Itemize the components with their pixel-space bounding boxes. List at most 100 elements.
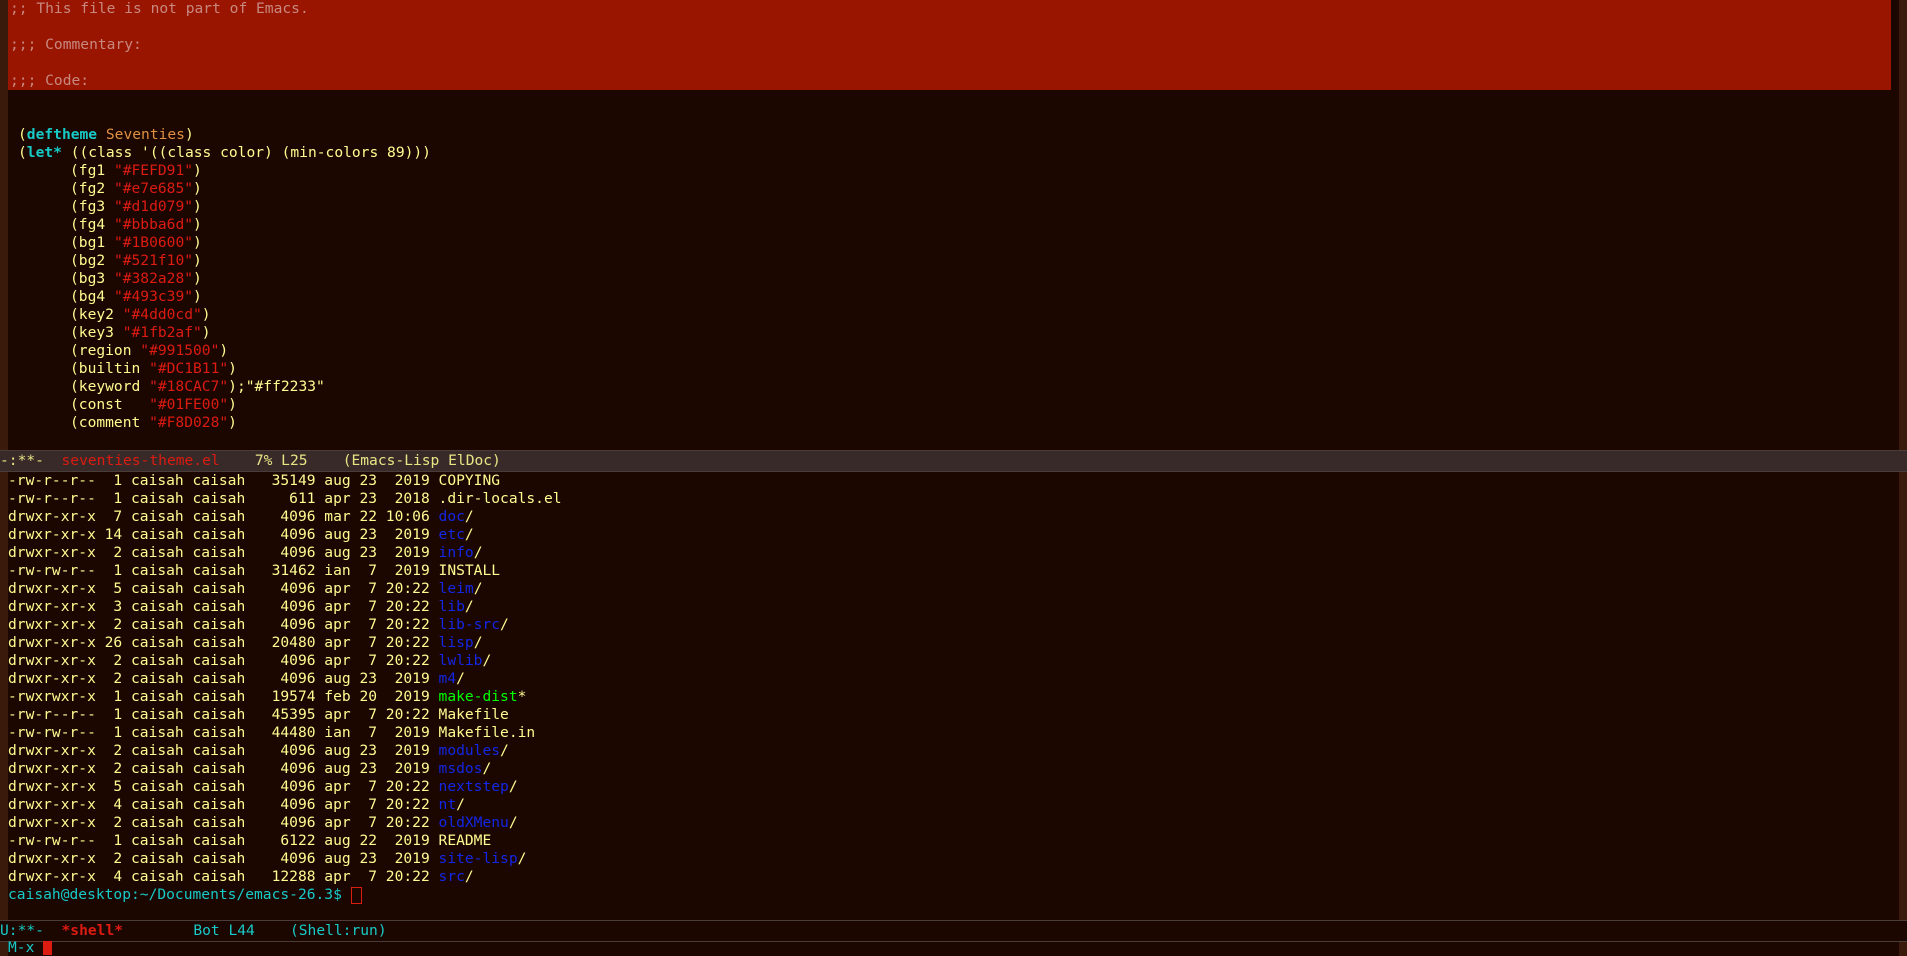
deftheme-line: (deftheme Seventies) — [18, 126, 194, 143]
listing-row: drwxr-xr-x 2 caisah caisah 4096 aug 23 2… — [8, 850, 1891, 868]
file-suffix: / — [473, 634, 483, 651]
comment-line — [8, 18, 1891, 36]
file-meta: -rw-rw-r-- 1 caisah caisah 31462 ian 7 2… — [8, 562, 439, 579]
file-meta: -rw-r--r-- 1 caisah caisah 45395 apr 7 2… — [8, 706, 439, 723]
file-name: README — [438, 832, 492, 849]
selected-region: ;; This file is not part of Emacs. ;;; Co… — [8, 0, 1891, 90]
binding-line: (bg3 "#382a28") — [70, 270, 202, 287]
file-suffix: / — [473, 580, 483, 597]
binding-line: (key2 "#4dd0cd") — [70, 306, 211, 323]
listing-row: drwxr-xr-x 2 caisah caisah 4096 apr 7 20… — [8, 814, 1891, 832]
listing-row: drwxr-xr-x 14 caisah caisah 4096 aug 23 … — [8, 526, 1891, 544]
binding-line: (const "#01FE00") — [70, 396, 237, 413]
binding-line: (bg1 "#1B0600") — [70, 234, 202, 251]
mode-line-modes[interactable]: (Shell:run) — [290, 922, 387, 939]
file-name: msdos — [438, 760, 483, 777]
file-name: info — [438, 544, 474, 561]
file-meta: drwxr-xr-x 4 caisah caisah 12288 apr 7 2… — [8, 868, 439, 885]
comment-line: ;; This file is not part of Emacs. — [10, 0, 309, 17]
file-suffix: / — [508, 814, 518, 831]
file-name: leim — [438, 580, 474, 597]
file-suffix: / — [473, 544, 483, 561]
listing-row: drwxr-xr-x 26 caisah caisah 20480 apr 7 … — [8, 634, 1891, 652]
shell-window[interactable]: -rw-r--r-- 1 caisah caisah 35149 aug 23 … — [8, 472, 1891, 920]
listing-row: drwxr-xr-x 2 caisah caisah 4096 aug 23 2… — [8, 742, 1891, 760]
file-name: lwlib — [438, 652, 483, 669]
code-editor-window[interactable]: ;; This file is not part of Emacs. ;;; Co… — [8, 0, 1891, 450]
file-name: site-lisp — [438, 850, 518, 867]
listing-row: drwxr-xr-x 2 caisah caisah 4096 apr 7 20… — [8, 652, 1891, 670]
file-meta: drwxr-xr-x 2 caisah caisah 4096 aug 23 2… — [8, 670, 439, 687]
minibuffer-prompt: M-x — [8, 939, 44, 956]
listing-row: drwxr-xr-x 2 caisah caisah 4096 aug 23 2… — [8, 760, 1891, 778]
listing-row: -rw-r--r-- 1 caisah caisah 611 apr 23 20… — [8, 490, 1891, 508]
listing-row: drwxr-xr-x 5 caisah caisah 4096 apr 7 20… — [8, 580, 1891, 598]
file-meta: drwxr-xr-x 5 caisah caisah 4096 apr 7 20… — [8, 778, 439, 795]
file-suffix: / — [500, 616, 509, 633]
file-name: .dir-locals.el — [438, 490, 562, 507]
mode-line-modes[interactable]: (Emacs-Lisp ElDoc) — [343, 452, 501, 469]
listing-row: -rw-rw-r-- 1 caisah caisah 31462 ian 7 2… — [8, 562, 1891, 580]
file-suffix: / — [517, 850, 527, 867]
directory-listing: -rw-r--r-- 1 caisah caisah 35149 aug 23 … — [8, 472, 1891, 886]
mode-line-shell[interactable]: U:**- *shell* Bot L44 (Shell:run) — [0, 920, 1907, 942]
file-meta: drwxr-xr-x 14 caisah caisah 4096 aug 23 … — [8, 526, 439, 543]
file-name: nt — [438, 796, 457, 813]
binding-line: (bg4 "#493c39") — [70, 288, 202, 305]
listing-row: drwxr-xr-x 2 caisah caisah 4096 apr 7 20… — [8, 616, 1891, 634]
listing-row: drwxr-xr-x 2 caisah caisah 4096 aug 23 2… — [8, 544, 1891, 562]
binding-line: (region "#991500") — [70, 342, 229, 359]
listing-row: -rw-rw-r-- 1 caisah caisah 6122 aug 22 2… — [8, 832, 1891, 850]
file-name: lib-src — [438, 616, 501, 633]
binding-line: (fg2 "#e7e685") — [70, 180, 202, 197]
listing-row: drwxr-xr-x 4 caisah caisah 12288 apr 7 2… — [8, 868, 1891, 886]
file-meta: drwxr-xr-x 26 caisah caisah 20480 apr 7 … — [8, 634, 439, 651]
file-meta: drwxr-xr-x 3 caisah caisah 4096 apr 7 20… — [8, 598, 439, 615]
mode-line-code[interactable]: -:**- seventies-theme.el 7% L25 (Emacs-L… — [0, 450, 1907, 472]
file-name: INSTALL — [438, 562, 501, 579]
file-name: oldXMenu — [438, 814, 509, 831]
listing-row: -rwxrwxr-x 1 caisah caisah 19574 feb 20 … — [8, 688, 1891, 706]
binding-line: (keyword "#18CAC7");"#ff2233" — [70, 378, 325, 395]
file-meta: drwxr-xr-x 2 caisah caisah 4096 apr 7 20… — [8, 814, 439, 831]
shell-prompt-line[interactable]: caisah@desktop:~/Documents/emacs-26.3$ — [8, 886, 1891, 904]
file-meta: drwxr-xr-x 2 caisah caisah 4096 apr 7 20… — [8, 652, 439, 669]
file-meta: drwxr-xr-x 2 caisah caisah 4096 apr 7 20… — [8, 616, 439, 633]
binding-line: (comment "#F8D028") — [70, 414, 237, 431]
file-meta: drwxr-xr-x 2 caisah caisah 4096 aug 23 2… — [8, 850, 439, 867]
listing-row: drwxr-xr-x 4 caisah caisah 4096 apr 7 20… — [8, 796, 1891, 814]
mode-line-position: 7% L25 — [219, 452, 343, 469]
file-name: make-dist — [438, 688, 518, 705]
file-suffix: / — [482, 652, 492, 669]
file-suffix: / — [456, 670, 465, 687]
file-name: modules — [438, 742, 501, 759]
file-meta: drwxr-xr-x 2 caisah caisah 4096 aug 23 2… — [8, 742, 439, 759]
file-name: etc — [438, 526, 465, 543]
file-name: nextstep — [438, 778, 509, 795]
color-bindings: (fg1 "#FEFD91") (fg2 "#e7e685") (fg3 "#d1d… — [8, 162, 1891, 432]
file-name: src — [438, 868, 465, 885]
mode-line-buffer-name[interactable]: seventies-theme.el — [62, 452, 220, 469]
file-name: m4 — [438, 670, 457, 687]
file-suffix: / — [464, 598, 474, 615]
file-name: Makefile — [438, 706, 509, 723]
file-meta: drwxr-xr-x 2 caisah caisah 4096 aug 23 2… — [8, 760, 439, 777]
let-line: (let* ((class '((class color) (min-color… — [18, 144, 431, 161]
binding-line: (fg3 "#d1d079") — [70, 198, 202, 215]
mode-line-status: -:**- — [0, 452, 62, 469]
file-meta: drwxr-xr-x 7 caisah caisah 4096 mar 22 1… — [8, 508, 439, 525]
text-cursor — [350, 886, 362, 904]
mode-line-status: U:**- — [0, 922, 62, 939]
minibuffer[interactable]: M-x — [0, 940, 1907, 956]
comment-line: ;;; Commentary: — [10, 36, 142, 53]
binding-line: (bg2 "#521f10") — [70, 252, 202, 269]
mode-line-buffer-name[interactable]: *shell* — [62, 922, 124, 939]
listing-row: drwxr-xr-x 5 caisah caisah 4096 apr 7 20… — [8, 778, 1891, 796]
file-suffix: / — [500, 742, 509, 759]
file-name: lib — [438, 598, 465, 615]
listing-row: -rw-r--r-- 1 caisah caisah 35149 aug 23 … — [8, 472, 1891, 490]
file-name: lisp — [438, 634, 474, 651]
mode-line-position: Bot L44 — [123, 922, 290, 939]
listing-row: drwxr-xr-x 3 caisah caisah 4096 apr 7 20… — [8, 598, 1891, 616]
file-suffix: / — [456, 796, 465, 813]
